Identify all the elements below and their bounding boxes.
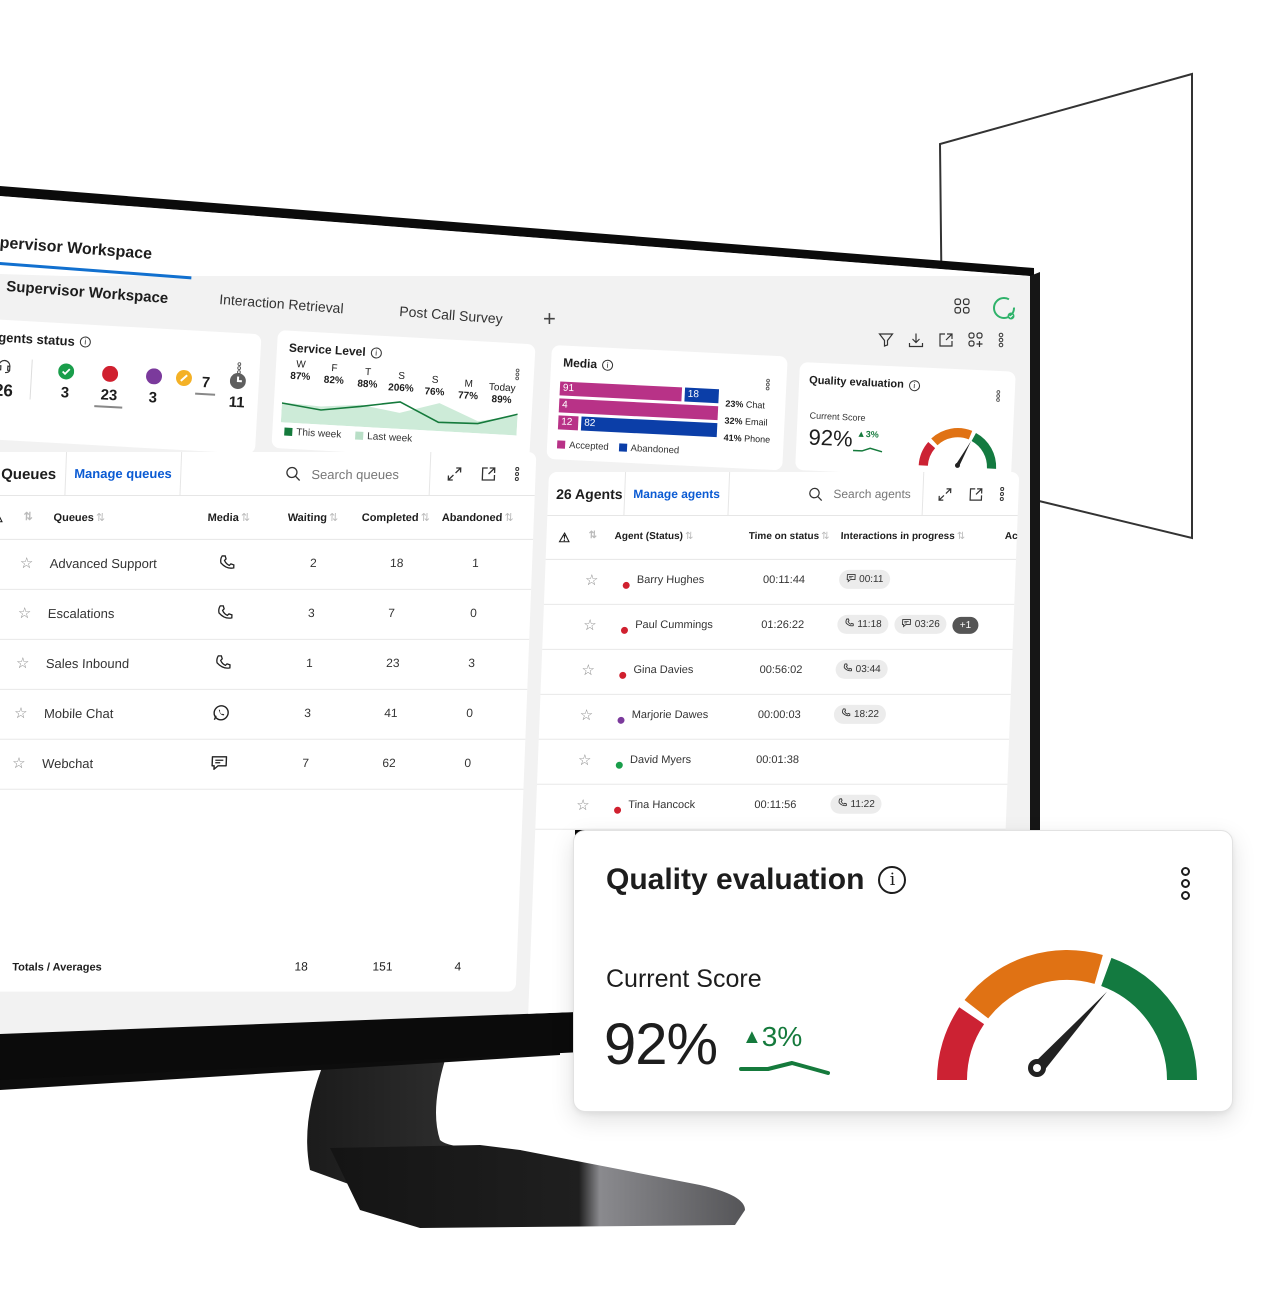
quality-evaluation-card: Quality evaluation i Current Score 92% ▲… xyxy=(573,830,1233,1112)
more-icon-dot xyxy=(1181,867,1190,876)
more-icon-dot xyxy=(1181,879,1190,888)
current-score-value: 92% xyxy=(604,1012,718,1077)
gauge-needle-hub-inner xyxy=(1033,1064,1041,1072)
quality-gauge xyxy=(937,950,1197,1081)
gauge-needle xyxy=(1031,991,1108,1072)
score-delta: ▲3% xyxy=(742,1021,803,1052)
trend-up-icon: ▲ xyxy=(742,1026,762,1048)
quality-evaluation-title: Quality evaluation i xyxy=(606,863,907,897)
gauge-segment-high xyxy=(1100,957,1197,1081)
current-score-label: Current Score xyxy=(606,965,762,993)
info-icon[interactable]: i xyxy=(878,866,907,894)
card-menu-button[interactable] xyxy=(1181,867,1190,900)
gauge-segment-low xyxy=(937,1007,985,1081)
more-icon-dot xyxy=(1181,891,1190,900)
score-sparkline xyxy=(739,1061,830,1075)
gauge-segment-mid xyxy=(964,950,1103,1019)
